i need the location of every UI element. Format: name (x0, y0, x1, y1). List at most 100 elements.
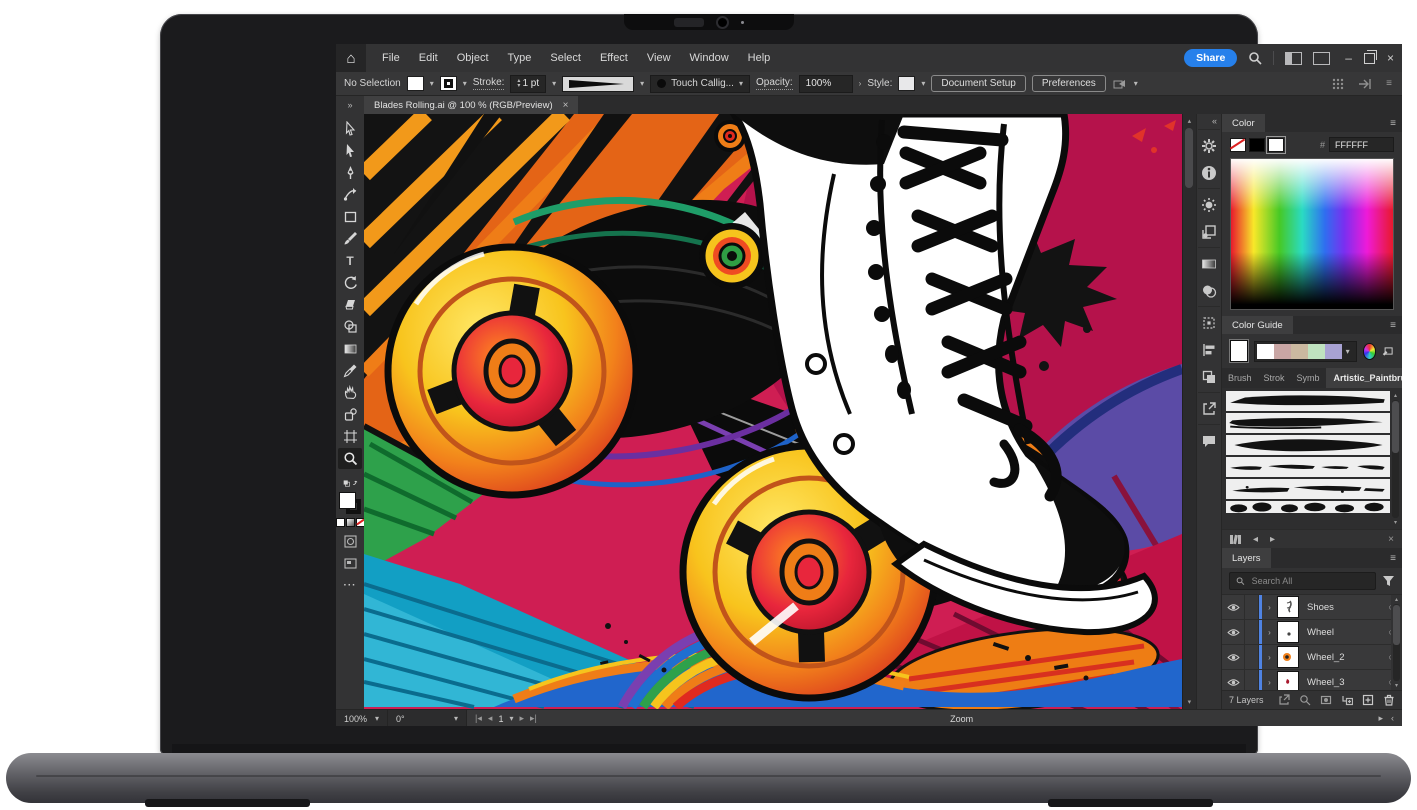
brush-preview[interactable] (1226, 501, 1390, 513)
style-swatch[interactable] (898, 76, 916, 91)
shape-builder-tool[interactable] (338, 316, 362, 337)
previous-brush-icon[interactable]: ◂ (1253, 534, 1258, 545)
canvas-artwork[interactable] (364, 114, 1182, 709)
black-swatch[interactable] (1249, 137, 1265, 152)
expand-layer-icon[interactable]: › (1262, 603, 1277, 612)
tab-stroke[interactable]: Strok (1258, 368, 1291, 388)
lock-cell[interactable] (1245, 645, 1259, 669)
symbol-sprayer-tool[interactable] (338, 404, 362, 425)
gradient-button[interactable] (345, 518, 355, 527)
rotate-tool[interactable] (338, 272, 362, 293)
isolate-selection-icon[interactable] (1112, 77, 1128, 91)
expand-layer-icon[interactable]: › (1262, 628, 1277, 637)
locate-object-icon[interactable] (1299, 694, 1311, 706)
layer-row[interactable]: › Shoes ○ (1222, 595, 1402, 620)
layer-name[interactable]: Wheel_2 (1307, 652, 1345, 663)
layer-thumbnail[interactable] (1277, 596, 1299, 618)
document-tab[interactable]: Blades Rolling.ai @ 100 % (RGB/Preview) … (364, 96, 579, 114)
collect-for-export-icon[interactable] (1278, 694, 1290, 706)
panel-menu-icon[interactable]: ≡ (1390, 316, 1402, 334)
color-spectrum[interactable] (1230, 158, 1394, 310)
chevron-down-icon[interactable]: ▾ (552, 79, 556, 88)
type-tool[interactable]: T (338, 250, 362, 271)
menu-effect[interactable]: Effect (600, 52, 628, 64)
fill-color-box[interactable] (339, 492, 356, 509)
zoom-level-dropdown[interactable]: 100% ▾ (336, 710, 389, 726)
next-artboard-icon[interactable]: ▸ (519, 713, 524, 724)
scroll-down-icon[interactable]: ▾ (1395, 681, 1398, 690)
chevron-down-icon[interactable]: ▾ (1342, 347, 1354, 356)
tab-color-guide[interactable]: Color Guide (1222, 316, 1293, 334)
lock-cell[interactable] (1245, 595, 1259, 619)
minimize-icon[interactable]: – (1345, 51, 1352, 65)
layer-name[interactable]: Shoes (1307, 602, 1334, 613)
paintbrush-tool[interactable] (338, 228, 362, 249)
info-icon[interactable] (1198, 160, 1220, 185)
scroll-down-icon[interactable]: ▾ (1394, 518, 1397, 527)
tab-symbols[interactable]: Symb (1291, 368, 1326, 388)
menu-edit[interactable]: Edit (419, 52, 438, 64)
tab-brushes[interactable]: Brush (1222, 368, 1258, 388)
next-brush-icon[interactable]: ▸ (1270, 534, 1275, 545)
artboard-number[interactable]: 1 (498, 714, 503, 724)
gradient-tool[interactable] (338, 338, 362, 359)
layer-thumbnail[interactable] (1277, 671, 1299, 690)
visibility-eye-icon[interactable] (1222, 595, 1245, 619)
layer-name[interactable]: Wheel_3 (1307, 677, 1345, 688)
flow-icon[interactable] (1358, 78, 1372, 90)
stepper-icon[interactable]: ▴ ▾ (517, 78, 520, 89)
brush-preview[interactable] (1226, 391, 1390, 411)
status-flyout-icon[interactable]: ▸ (1378, 713, 1383, 724)
harmony-swatches[interactable]: ▾ (1253, 340, 1357, 362)
layers-scrollbar[interactable]: ▴ ▾ (1391, 595, 1402, 690)
previous-artboard-icon[interactable]: ◂ (488, 713, 493, 724)
chevron-down-icon[interactable]: ▾ (640, 79, 644, 88)
make-mask-icon[interactable] (1320, 694, 1332, 706)
chevron-down-icon[interactable]: ▾ (430, 79, 434, 88)
layer-name[interactable]: Wheel (1307, 627, 1334, 638)
menu-select[interactable]: Select (550, 52, 581, 64)
panel-menu-icon[interactable]: ≡ (1390, 114, 1402, 132)
rectangle-tool[interactable] (338, 206, 362, 227)
scroll-up-icon[interactable]: ▴ (1395, 595, 1398, 604)
first-artboard-icon[interactable]: |◂ (475, 713, 482, 724)
last-artboard-icon[interactable]: ▸| (530, 713, 537, 724)
status-collapse-icon[interactable]: ‹ (1391, 713, 1394, 724)
visibility-eye-icon[interactable] (1222, 620, 1245, 644)
hand-tool[interactable] (338, 382, 362, 403)
stroke-weight-field[interactable]: ▴ ▾ 1 pt (510, 74, 547, 93)
menu-view[interactable]: View (647, 52, 671, 64)
lock-cell[interactable] (1245, 670, 1259, 690)
chevron-down-icon[interactable]: ▾ (463, 79, 467, 88)
brushes-scrollbar[interactable]: ▴ ▾ (1390, 391, 1401, 527)
brush-preview[interactable] (1226, 435, 1390, 455)
collapse-panels-icon[interactable]: « (1212, 116, 1221, 126)
layer-thumbnail[interactable] (1277, 621, 1299, 643)
pattern-icon[interactable] (1198, 310, 1220, 335)
menu-window[interactable]: Window (690, 52, 729, 64)
fill-swatch[interactable] (406, 76, 424, 91)
brush-preview[interactable] (1226, 457, 1390, 477)
grid-icon[interactable] (1332, 78, 1344, 90)
trash-icon[interactable] (1383, 694, 1395, 706)
home-icon[interactable]: ⌂ (336, 44, 366, 72)
brush-libraries-icon[interactable] (1230, 534, 1241, 544)
hamburger-icon[interactable]: ≡ (1386, 78, 1392, 89)
canvas-scrollbar[interactable]: ▴ ▾ (1182, 114, 1196, 709)
color-button[interactable] (336, 518, 345, 527)
brush-definition-dropdown[interactable]: Touch Callig... ▾ (650, 74, 750, 93)
stroke-label[interactable]: Stroke: (472, 77, 505, 90)
comment-icon[interactable] (1198, 428, 1220, 453)
edit-colors-icon[interactable] (1382, 344, 1394, 358)
opacity-label[interactable]: Opacity: (755, 77, 793, 90)
tab-color[interactable]: Color (1222, 114, 1265, 132)
export-icon[interactable] (1198, 396, 1220, 421)
hex-value-field[interactable]: FFFFFF (1329, 137, 1394, 152)
artboards-icon[interactable] (1198, 219, 1220, 244)
close-tab-icon[interactable]: × (563, 100, 569, 111)
swap-fill-stroke-icon[interactable] (338, 475, 362, 489)
expand-tools-icon[interactable]: » (336, 96, 364, 114)
transparency-icon[interactable] (1198, 278, 1220, 303)
selection-tool[interactable] (338, 118, 362, 139)
chevron-down-icon[interactable]: ▾ (1134, 79, 1138, 88)
